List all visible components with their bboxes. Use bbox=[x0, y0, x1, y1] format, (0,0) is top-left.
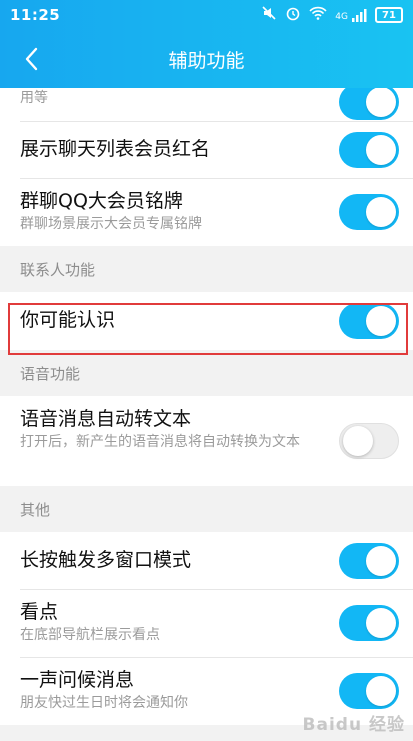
toggle-switch[interactable] bbox=[339, 131, 399, 168]
setting-title: 一声问候消息 bbox=[20, 669, 135, 691]
setting-subtitle: 朋友快过生日时将会通知你 bbox=[20, 695, 188, 711]
status-bar: 11:25 4G 71 bbox=[0, 0, 413, 30]
chevron-left-icon bbox=[25, 47, 38, 71]
toggle-switch[interactable] bbox=[339, 605, 399, 641]
setting-title: 语音消息自动转文本 bbox=[20, 408, 192, 430]
setting-subtitle: 打开后，新产生的语音消息将自动转换为文本 bbox=[20, 434, 300, 450]
toggle-switch[interactable] bbox=[339, 673, 399, 709]
setting-title: 群聊QQ大会员铭牌 bbox=[20, 190, 183, 212]
partial-row[interactable]: 用等 bbox=[0, 88, 413, 121]
network-type: 4G bbox=[335, 12, 348, 22]
setting-multi-window[interactable]: 长按触发多窗口模式 bbox=[0, 532, 413, 589]
setting-title: 你可能认识 bbox=[20, 309, 116, 331]
battery-icon: 71 bbox=[375, 7, 403, 23]
signal-icon: 4G bbox=[335, 8, 367, 22]
toggle-switch[interactable] bbox=[339, 194, 399, 230]
status-icons: 4G 71 bbox=[261, 5, 403, 25]
setting-title: 看点 bbox=[20, 601, 59, 623]
toggle-knob bbox=[366, 306, 396, 336]
toggle-switch[interactable] bbox=[339, 303, 399, 339]
setting-vip-red-name[interactable]: 展示聊天列表会员红名 bbox=[0, 121, 413, 178]
setting-kandian[interactable]: 看点 在底部导航栏展示看点 bbox=[0, 589, 413, 657]
toggle-switch[interactable] bbox=[339, 423, 399, 459]
toggle-switch[interactable] bbox=[339, 88, 399, 120]
mute-icon bbox=[261, 5, 277, 25]
section-header-other: 其他 bbox=[0, 486, 413, 532]
setting-subtitle: 在底部导航栏展示看点 bbox=[20, 627, 160, 643]
page-title: 辅助功能 bbox=[168, 49, 245, 72]
wifi-icon bbox=[309, 6, 327, 24]
setting-people-you-may-know[interactable]: 你可能认识 bbox=[0, 292, 413, 350]
title-bar: 辅助功能 bbox=[0, 30, 413, 88]
back-button[interactable] bbox=[14, 40, 48, 78]
section-header-voice: 语音功能 bbox=[0, 350, 413, 396]
toggle-knob bbox=[366, 608, 396, 638]
toggle-knob bbox=[366, 197, 396, 227]
setting-title: 展示聊天列表会员红名 bbox=[20, 138, 211, 160]
toggle-knob bbox=[343, 426, 373, 456]
toggle-knob bbox=[366, 676, 396, 706]
alarm-icon bbox=[285, 5, 301, 25]
section-header-contacts: 联系人功能 bbox=[0, 246, 413, 292]
setting-subtitle: 群聊场景展示大会员专属铭牌 bbox=[20, 216, 202, 232]
setting-voice-to-text[interactable]: 语音消息自动转文本 打开后，新产生的语音消息将自动转换为文本 bbox=[0, 396, 413, 486]
toggle-knob bbox=[366, 134, 396, 165]
toggle-knob bbox=[366, 545, 396, 576]
settings-list[interactable]: 用等 展示聊天列表会员红名 群聊QQ大会员铭牌 群聊场景展示大会员专属铭牌 联系… bbox=[0, 88, 413, 741]
partial-row-sub: 用等 bbox=[20, 90, 48, 106]
toggle-knob bbox=[366, 88, 396, 117]
toggle-switch[interactable] bbox=[339, 542, 399, 579]
watermark: Baidu 经验 bbox=[302, 715, 405, 735]
battery-level: 71 bbox=[382, 9, 396, 21]
setting-vip-badge[interactable]: 群聊QQ大会员铭牌 群聊场景展示大会员专属铭牌 bbox=[0, 178, 413, 246]
status-time: 11:25 bbox=[10, 6, 61, 24]
setting-title: 长按触发多窗口模式 bbox=[20, 549, 192, 571]
